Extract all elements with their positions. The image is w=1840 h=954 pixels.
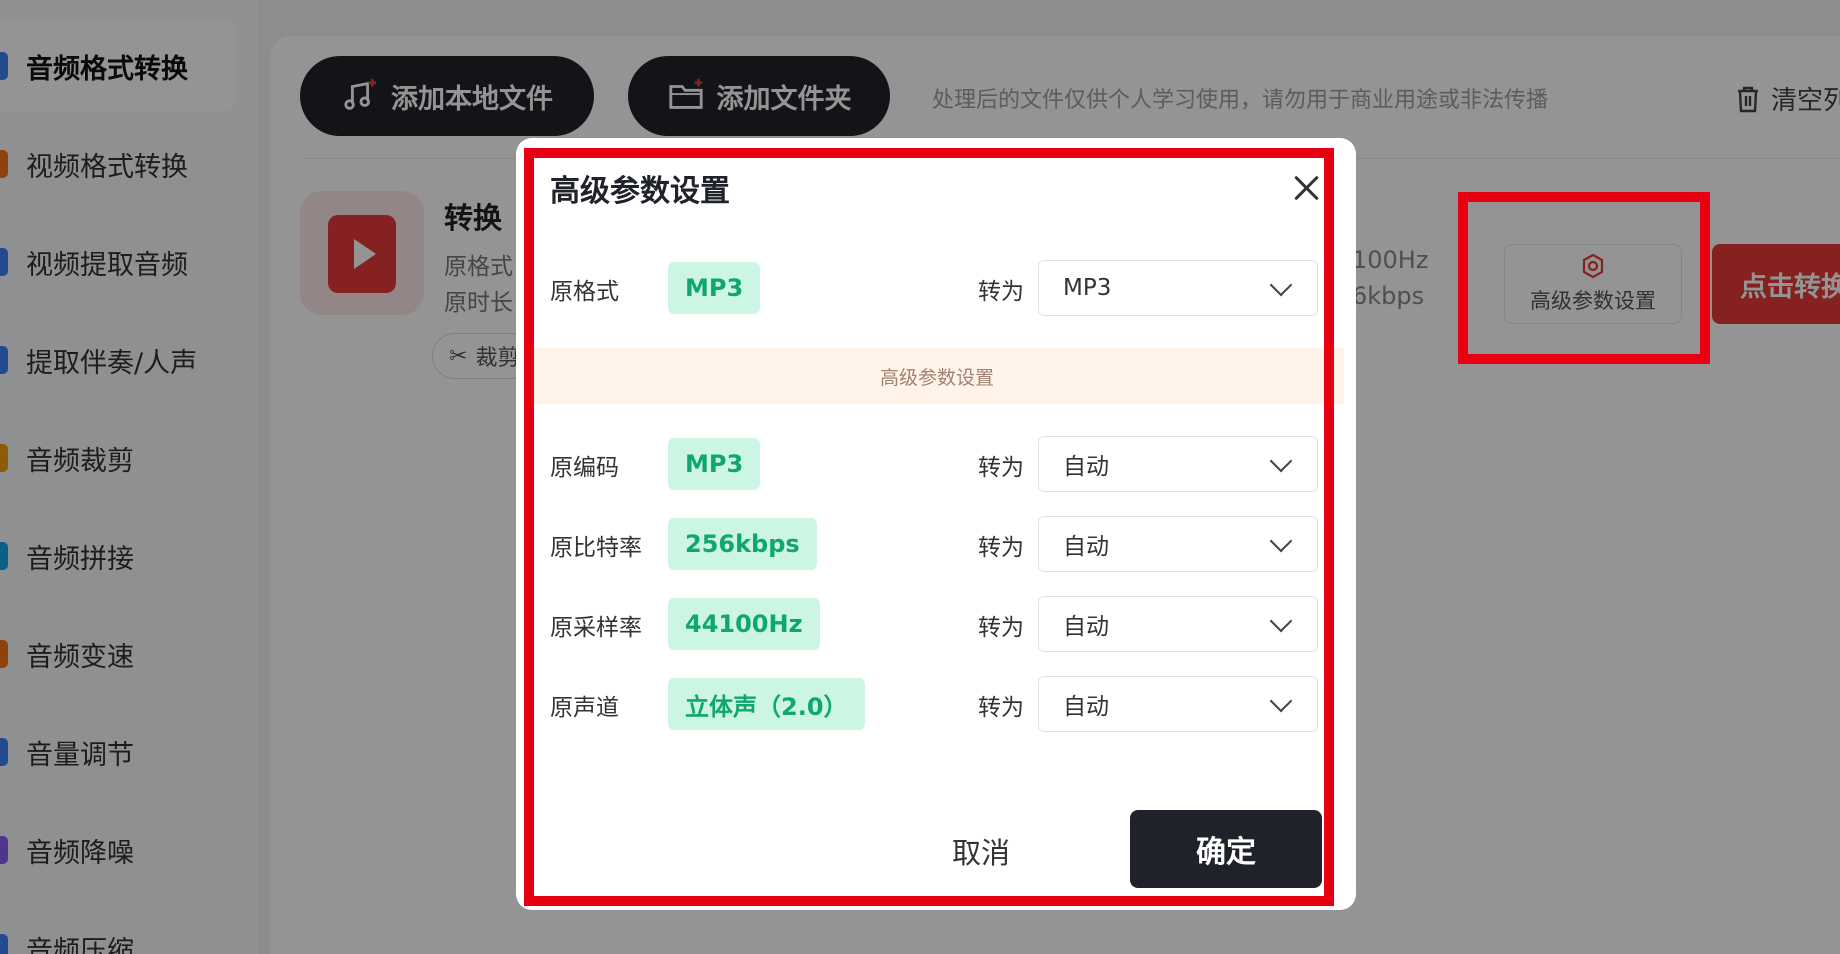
highlight-box-advanced-button	[1458, 192, 1710, 364]
highlight-box-dialog	[524, 148, 1334, 906]
